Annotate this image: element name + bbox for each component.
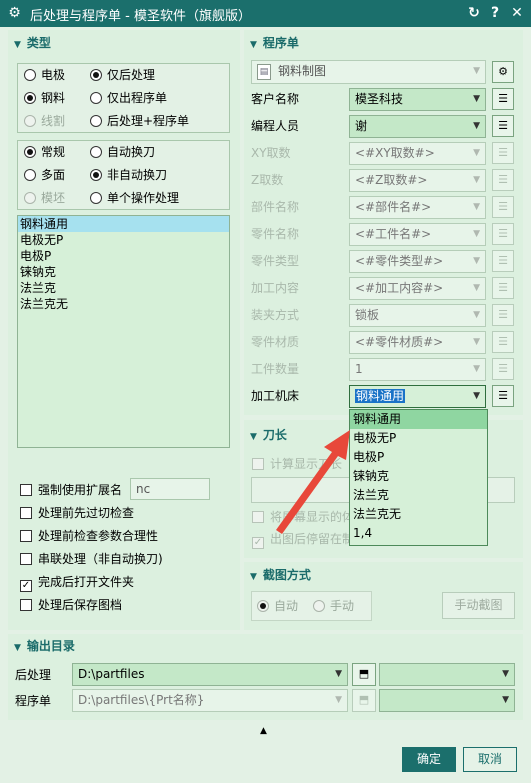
manual-screenshot-button[interactable]: 手动截图 (442, 592, 515, 619)
process-label: 加工内容 (251, 281, 300, 295)
qty-combo[interactable]: 1 ▼ (349, 358, 486, 381)
radio-auto-toolchange[interactable]: 自动换刀 (90, 143, 155, 161)
help-icon[interactable]: ? (485, 3, 505, 23)
component-type-combo[interactable]: <#零件类型#> ▼ (349, 250, 486, 273)
qty-label: 工件数量 (251, 362, 300, 376)
extension-input[interactable]: nc (130, 478, 210, 500)
clamp-list-icon[interactable]: ☰ (492, 304, 514, 326)
radio-sheet-only[interactable]: 仅出程序单 (90, 89, 167, 107)
collapse-up-icon[interactable]: ▲ (260, 726, 267, 736)
refresh-icon[interactable]: ↻ (464, 3, 484, 23)
settings-gear-icon: ⚙ (8, 5, 21, 21)
radio-manual-screenshot[interactable]: 手动 (313, 597, 354, 615)
template-select[interactable]: 钢料制图 ▼ (251, 60, 486, 84)
machine-list-icon[interactable]: ☰ (492, 385, 514, 407)
part-name-list-icon[interactable]: ☰ (492, 196, 514, 218)
component-name-combo[interactable]: <#工件名#> ▼ (349, 223, 486, 246)
radio-electrode[interactable]: 电极 (24, 66, 65, 84)
radio-post-only[interactable]: 仅后处理 (90, 66, 155, 84)
document-icon: ▤ (257, 64, 271, 80)
dropdown-item[interactable]: 法兰克 (350, 486, 487, 505)
title-bar: ⚙ 后处理与程序单 - 模圣软件（旗舰版） ↻ ? ✕ (0, 0, 531, 27)
open-folder-checkbox[interactable]: ✓ 完成后打开文件夹 (20, 573, 134, 592)
xy-combo[interactable]: <#XY取数#> ▼ (349, 142, 486, 165)
sheet-dir-label: 程序单 (15, 694, 52, 708)
type-section-header[interactable]: ▼ 类型 (14, 34, 51, 51)
component-type-list-icon[interactable]: ☰ (492, 250, 514, 272)
postprocessor-list[interactable]: 钢料通用 电极无P 电极P 铼钠克 法兰克 法兰克无 (17, 215, 230, 448)
machine-combo[interactable]: 钢料通用 ▼ (349, 385, 486, 408)
qty-list-icon[interactable]: ☰ (492, 358, 514, 380)
component-name-label: 零件名称 (251, 227, 300, 241)
post-dir-label: 后处理 (15, 668, 52, 682)
material-list-icon[interactable]: ☰ (492, 331, 514, 353)
annotation-arrow-icon (276, 430, 350, 534)
z-list-icon[interactable]: ☰ (492, 169, 514, 191)
machine-dropdown-list[interactable]: 钢料通用 电极无P 电极P 铼钠克 法兰克 法兰克无 1,4 (349, 409, 488, 546)
radio-wire-cut[interactable]: 线割 (24, 112, 65, 130)
program-sheet-header[interactable]: ▼ 程序单 (250, 34, 299, 51)
force-extension-checkbox[interactable]: 强制使用扩展名 (20, 481, 122, 499)
part-name-label: 部件名称 (251, 200, 300, 214)
post-dir-combo[interactable]: D:\partfiles ▼ (72, 663, 348, 686)
component-name-list-icon[interactable]: ☰ (492, 223, 514, 245)
gouge-check-checkbox[interactable]: 处理前先过切检查 (20, 504, 134, 522)
part-name-combo[interactable]: <#部件名#> ▼ (349, 196, 486, 219)
output-dir-header[interactable]: ▼ 输出目录 (14, 637, 75, 654)
sheet-dir-combo[interactable]: D:\partfiles\{Prt名称} ▼ (72, 689, 348, 712)
xy-label: XY取数 (251, 146, 291, 160)
radio-post-and-sheet[interactable]: 后处理+程序单 (90, 112, 189, 130)
radio-normal[interactable]: 常规 (24, 143, 65, 161)
radio-auto-screenshot[interactable]: 自动 (257, 597, 298, 615)
screenshot-header[interactable]: ▼ 截图方式 (250, 566, 311, 583)
process-combo[interactable]: <#加工内容#> ▼ (349, 277, 486, 300)
radio-non-auto-toolchange[interactable]: 非自动换刀 (90, 166, 167, 184)
close-icon[interactable]: ✕ (507, 3, 527, 23)
customer-combo[interactable]: 模圣科技 ▼ (349, 88, 486, 111)
programmer-label: 编程人员 (251, 119, 300, 133)
z-label: Z取数 (251, 173, 284, 187)
list-item[interactable]: 法兰克无 (18, 296, 229, 312)
save-part-checkbox[interactable]: 处理后保存图档 (20, 596, 122, 614)
radio-steel[interactable]: 钢料 (24, 89, 65, 107)
z-combo[interactable]: <#Z取数#> ▼ (349, 169, 486, 192)
radio-multi-face[interactable]: 多面 (24, 166, 65, 184)
list-item[interactable]: 法兰克 (18, 280, 229, 296)
component-type-label: 零件类型 (251, 254, 300, 268)
list-item[interactable]: 电极无P (18, 232, 229, 248)
material-combo[interactable]: <#零件材质#> ▼ (349, 331, 486, 354)
sheet-folder-icon[interactable]: ⬒ (352, 689, 376, 712)
cancel-button[interactable]: 取消 (463, 747, 517, 772)
dropdown-item[interactable]: 电极P (350, 448, 487, 467)
xy-list-icon[interactable]: ☰ (492, 142, 514, 164)
list-item[interactable]: 钢料通用 (18, 216, 229, 232)
machine-label: 加工机床 (251, 389, 300, 403)
clamp-combo[interactable]: 锁板 ▼ (349, 304, 486, 327)
radio-single-operation[interactable]: 单个操作处理 (90, 189, 179, 207)
serial-process-checkbox[interactable]: 串联处理（非自动换刀) (20, 550, 163, 568)
material-label: 零件材质 (251, 335, 300, 349)
radio-mold-base[interactable]: 模坯 (24, 189, 65, 207)
list-item[interactable]: 电极P (18, 248, 229, 264)
param-check-checkbox[interactable]: 处理前检查参数合理性 (20, 527, 158, 545)
dropdown-item[interactable]: 1,4 (350, 524, 487, 543)
dropdown-item[interactable]: 钢料通用 (350, 410, 487, 429)
sheet-dir-extra-combo[interactable]: ▼ (379, 689, 515, 712)
customer-label: 客户名称 (251, 92, 300, 106)
process-list-icon[interactable]: ☰ (492, 277, 514, 299)
clamp-label: 装夹方式 (251, 308, 300, 322)
template-settings-gear-icon[interactable]: ⚙ (492, 61, 514, 83)
post-folder-icon[interactable]: ⬒ (352, 663, 376, 686)
programmer-list-icon[interactable]: ☰ (492, 115, 514, 137)
post-dir-extra-combo[interactable]: ▼ (379, 663, 515, 686)
dropdown-item[interactable]: 电极无P (350, 429, 487, 448)
dropdown-item[interactable]: 铼钠克 (350, 467, 487, 486)
ok-button[interactable]: 确定 (402, 747, 456, 772)
window-title: 后处理与程序单 - 模圣软件（旗舰版） (30, 9, 251, 24)
list-item[interactable]: 铼钠克 (18, 264, 229, 280)
programmer-combo[interactable]: 谢 ▼ (349, 115, 486, 138)
customer-list-icon[interactable]: ☰ (492, 88, 514, 110)
dropdown-item[interactable]: 法兰克无 (350, 505, 487, 524)
